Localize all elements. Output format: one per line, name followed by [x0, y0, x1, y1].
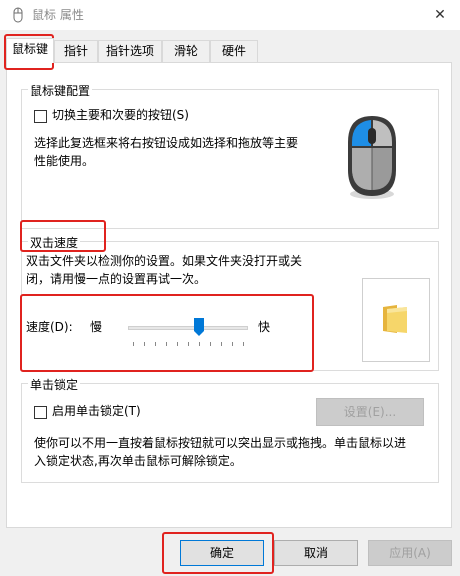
tab-hardware[interactable]: 硬件 — [210, 40, 258, 62]
tab-pointers[interactable]: 指针 — [54, 40, 98, 62]
switch-buttons-label[interactable]: 切换主要和次要的按钮(S) — [52, 106, 189, 124]
button-config-label: 鼠标键配置 — [28, 82, 93, 99]
settings-button[interactable]: 设置(E)... — [316, 398, 424, 426]
highlight-box-ok — [162, 532, 274, 574]
click-lock-checkbox-label[interactable]: 启用单击锁定(T) — [52, 402, 141, 420]
switch-buttons-checkbox[interactable] — [34, 110, 47, 123]
close-icon: ✕ — [434, 7, 446, 23]
test-area[interactable] — [362, 278, 430, 362]
apply-button[interactable]: 应用(A) — [368, 540, 452, 566]
click-lock-checkbox[interactable] — [34, 406, 47, 419]
button-config-group: 鼠标键配置 切换主要和次要的按钮(S) 选择此复选框来将右按钮设成如选择和拖放等… — [21, 82, 439, 229]
title-bar: 鼠标 属性 ✕ — [0, 0, 460, 30]
click-lock-description-2: 入锁定状态,再次单击鼠标可解除锁定。 — [34, 454, 242, 468]
folder-icon[interactable] — [381, 303, 409, 338]
cancel-button[interactable]: 取消 — [274, 540, 358, 566]
click-lock-description-1: 使你可以不用一直按着鼠标按钮就可以突出显示或拖拽。单击鼠标以进 — [34, 436, 407, 450]
mouse-icon — [10, 7, 26, 23]
highlight-box-double-click — [20, 220, 106, 252]
double-click-description-2: 闭，请用慢一点的设置再试一次。 — [26, 272, 207, 286]
mouse-illustration — [340, 112, 404, 202]
close-button[interactable]: ✕ — [420, 0, 460, 30]
button-config-description-2: 性能使用。 — [34, 154, 95, 168]
highlight-box-speed — [20, 294, 314, 372]
window-title: 鼠标 属性 — [32, 8, 84, 22]
click-lock-group: 单击锁定 启用单击锁定(T) 设置(E)... 使你可以不用一直按着鼠标按钮就可… — [21, 376, 439, 483]
tab-buttons[interactable]: 鼠标键 — [6, 38, 54, 63]
tab-pointer-options[interactable]: 指针选项 — [98, 40, 162, 62]
tab-wheel[interactable]: 滑轮 — [162, 40, 210, 62]
button-config-description-1: 选择此复选框来将右按钮设成如选择和拖放等主要 — [34, 136, 299, 150]
double-click-description-1: 双击文件夹以检测你的设置。如果文件夹没打开或关 — [26, 254, 303, 268]
click-lock-label: 单击锁定 — [28, 376, 81, 393]
